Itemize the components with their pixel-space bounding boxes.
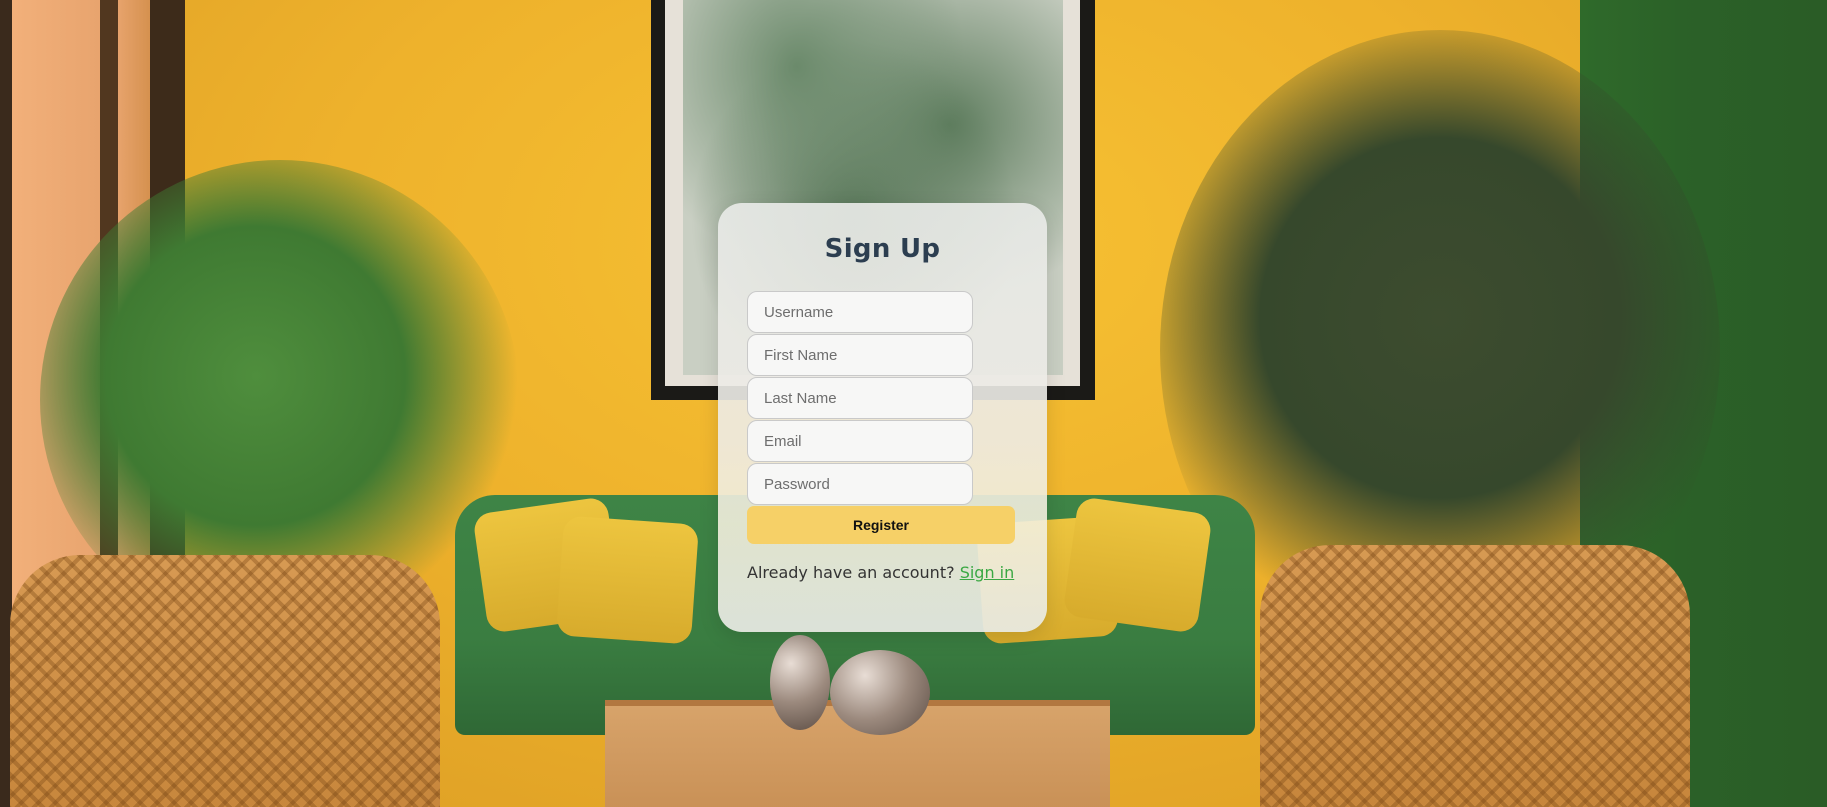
signin-link[interactable]: Sign in bbox=[960, 563, 1015, 582]
password-input[interactable] bbox=[747, 463, 973, 505]
signup-card: Sign Up Register Already have an account… bbox=[718, 203, 1047, 632]
pillow bbox=[1062, 496, 1213, 634]
signin-prompt-line: Already have an account? Sign in bbox=[747, 563, 1037, 582]
pillow bbox=[555, 515, 700, 645]
rattan-chair-right bbox=[1260, 545, 1690, 807]
vase bbox=[830, 650, 930, 735]
vase bbox=[770, 635, 830, 730]
email-input[interactable] bbox=[747, 420, 973, 462]
rattan-chair-left bbox=[10, 555, 440, 807]
username-input[interactable] bbox=[747, 291, 973, 333]
signup-title: Sign Up bbox=[824, 234, 941, 264]
register-button[interactable]: Register bbox=[747, 506, 1015, 544]
last-name-input[interactable] bbox=[747, 377, 973, 419]
signin-prompt-text: Already have an account? bbox=[747, 563, 955, 582]
first-name-input[interactable] bbox=[747, 334, 973, 376]
